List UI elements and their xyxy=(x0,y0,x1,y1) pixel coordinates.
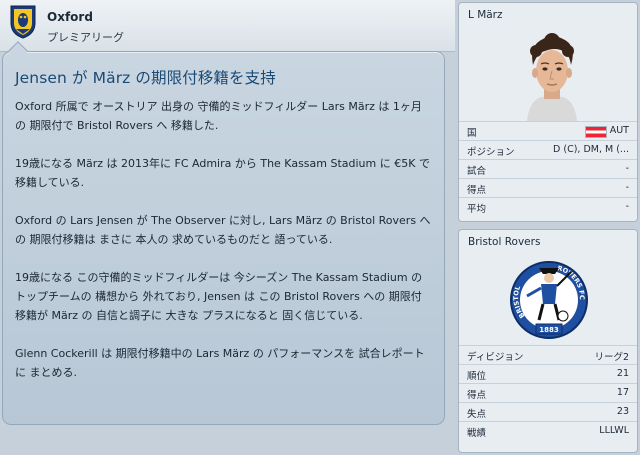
bristol-rovers-logo[interactable]: BRISTOL ROVERS FC 1883 xyxy=(505,254,593,342)
row-label: 順位 xyxy=(467,371,487,382)
row-value: 21 xyxy=(616,368,629,379)
row-label: 戦績 xyxy=(467,428,487,439)
player-portrait[interactable] xyxy=(519,31,585,121)
row-label: 国 xyxy=(467,128,477,139)
row-label: ディビジョン xyxy=(467,352,524,363)
row-value: - xyxy=(625,182,629,193)
league-name[interactable]: プレミアリーグ xyxy=(47,29,124,45)
row-value[interactable]: リーグ2 xyxy=(594,349,629,363)
austria-flag-icon xyxy=(585,126,607,138)
row-label: 試合 xyxy=(467,166,487,177)
news-body: Oxford 所属で オーストリア 出身の 守備的ミッドフィルダー Lars M… xyxy=(15,97,431,401)
row-label: 失点 xyxy=(467,409,487,420)
news-paragraph: Oxford 所属で オーストリア 出身の 守備的ミッドフィルダー Lars M… xyxy=(15,100,422,132)
club-row-position: 順位 21 xyxy=(459,364,637,383)
club-row-division: ディビジョン リーグ2 xyxy=(459,345,637,364)
news-paragraph: 19歳になる März は 2013年に FC Admira から The Ka… xyxy=(15,157,430,189)
player-name[interactable]: L März xyxy=(459,3,637,25)
row-label: 得点 xyxy=(467,185,487,196)
row-value: - xyxy=(625,163,629,174)
row-value: 17 xyxy=(616,387,629,398)
player-row-apps: 試合 - xyxy=(459,159,637,178)
row-label: 得点 xyxy=(467,390,487,401)
row-value: LLLWL xyxy=(599,425,629,436)
news-article: Jensen が März の期限付移籍を支持 Oxford 所属で オーストリ… xyxy=(2,51,445,425)
news-paragraph: 19歳になる この守備的ミッドフィルダーは 今シーズン The Kassam S… xyxy=(15,271,423,322)
top-bar: Oxford プレミアリーグ xyxy=(0,0,455,52)
player-row-position: ポジション D (C), DM, M (... xyxy=(459,140,637,159)
logo-year: 1883 xyxy=(539,326,559,334)
player-row-nation: 国 AUT xyxy=(459,121,637,140)
club-name[interactable]: Oxford xyxy=(47,10,93,24)
news-paragraph: Glenn Cockerill は 期限付移籍中の Lars März の パフ… xyxy=(15,347,425,379)
row-value[interactable]: AUT xyxy=(610,125,629,136)
news-paragraph: Oxford の Lars Jensen が The Observer に対し,… xyxy=(15,214,431,246)
player-row-average: 平均 - xyxy=(459,197,637,216)
row-value: 23 xyxy=(616,406,629,417)
club-row-goals-for: 得点 17 xyxy=(459,383,637,402)
news-title: Jensen が März の期限付移籍を支持 xyxy=(15,69,276,87)
club-row-form: 戦績 LLLWL xyxy=(459,421,637,440)
row-value: D (C), DM, M (... xyxy=(553,144,629,155)
row-label: 平均 xyxy=(467,204,487,215)
row-value: - xyxy=(625,201,629,212)
player-row-goals: 得点 - xyxy=(459,178,637,197)
oxford-crest-icon[interactable] xyxy=(10,5,36,39)
player-panel: L März 国 AUT ポジション D (C), DM, M (... 試合 xyxy=(458,2,638,222)
club-panel: Bristol Rovers BRISTOL ROVERS FC xyxy=(458,229,638,453)
row-label: ポジション xyxy=(467,147,515,158)
club-panel-name[interactable]: Bristol Rovers xyxy=(459,230,637,252)
club-row-goals-against: 失点 23 xyxy=(459,402,637,421)
